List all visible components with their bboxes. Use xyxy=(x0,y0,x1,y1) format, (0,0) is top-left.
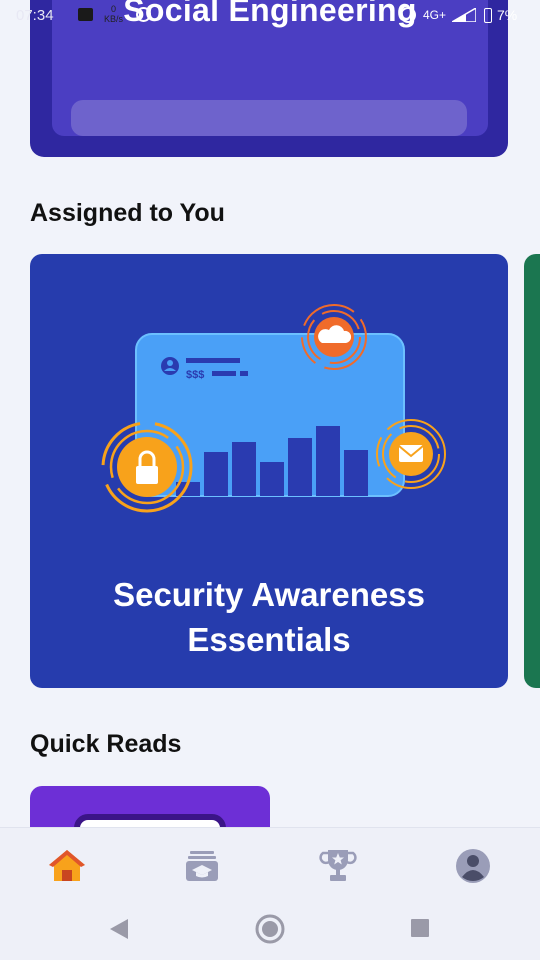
course-title-line1: Security Awareness xyxy=(113,576,425,613)
net-speed-unit: KB/s xyxy=(104,14,124,24)
profile-icon xyxy=(456,849,490,883)
recents-icon[interactable] xyxy=(410,918,430,938)
assigned-heading: Assigned to You xyxy=(30,199,225,227)
courses-icon xyxy=(186,851,218,881)
home-circle-icon[interactable] xyxy=(254,913,286,945)
back-icon[interactable] xyxy=(108,917,130,941)
social-engineering-progress-bar xyxy=(71,100,467,136)
status-bar: 07:34 0 KB/s 4G+ 7% xyxy=(0,0,540,32)
trophy-icon xyxy=(319,850,357,881)
nav-achievements[interactable] xyxy=(318,846,358,886)
battery-percent: 7% xyxy=(497,7,518,23)
alarm-icon xyxy=(400,7,416,23)
nav-profile[interactable] xyxy=(453,846,493,886)
quick-reads-heading: Quick Reads xyxy=(30,730,182,758)
sync-icon xyxy=(136,7,151,22)
security-illustration: $$$ xyxy=(101,304,446,513)
home-icon xyxy=(49,850,85,881)
bottom-nav xyxy=(0,827,540,897)
battery-icon xyxy=(484,8,492,23)
course-title: Security Awareness Essentials xyxy=(30,572,508,662)
net-speed-value: 0 xyxy=(111,4,117,14)
nav-courses[interactable] xyxy=(182,846,222,886)
system-nav-bar xyxy=(0,897,540,960)
security-awareness-card[interactable]: $$$ Security Awareness Essentials xyxy=(30,254,508,688)
net-speed: 0 KB/s xyxy=(104,4,123,24)
next-course-card[interactable] xyxy=(524,254,540,688)
signal-icon xyxy=(452,8,476,22)
nav-home[interactable] xyxy=(47,846,87,886)
gallery-icon xyxy=(78,8,93,21)
status-time: 07:34 xyxy=(16,7,54,24)
course-title-line2: Essentials xyxy=(187,621,351,658)
illustration-money-text: $$$ xyxy=(186,369,204,381)
network-type: 4G+ xyxy=(423,8,447,22)
